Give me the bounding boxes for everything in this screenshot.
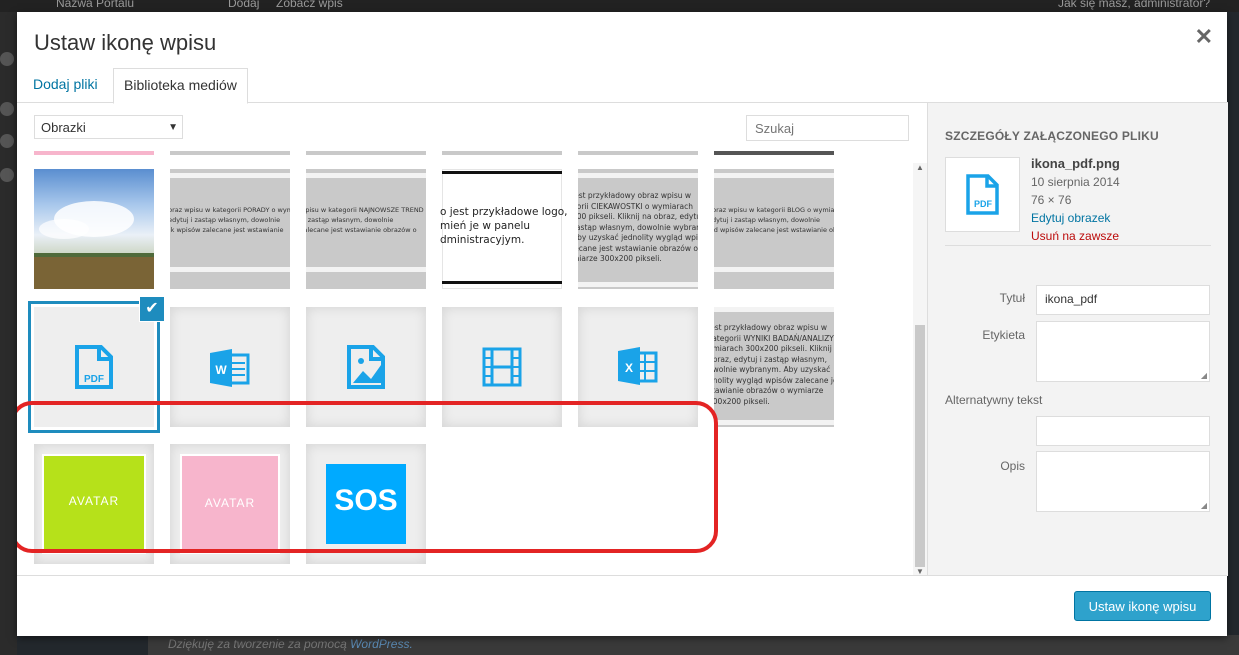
collapse-icon[interactable] (0, 168, 14, 182)
attachment-thumbnail: PDF (945, 157, 1020, 232)
scroll-thumb[interactable] (915, 325, 925, 567)
edit-image-link[interactable]: Edytuj obrazek (1031, 209, 1120, 227)
footer-text: Dziękuję za tworzenie za pomocą WordPres… (168, 637, 413, 651)
image-text: jest przykładowy obraz wpisu w kategorii… (714, 323, 834, 406)
sos-image: SOS (326, 464, 406, 544)
partial-attachment[interactable] (306, 151, 426, 155)
attachment-category-image[interactable]: jest przykładowy obraz wpisu w kategorii… (714, 307, 834, 427)
resize-handle-icon[interactable]: ◢ (1201, 371, 1207, 380)
tab-media-library[interactable]: Biblioteka mediów (113, 68, 248, 104)
settings-icon[interactable] (0, 52, 14, 66)
image-file-icon (347, 345, 385, 389)
image-text: obraz wpisu w kategorii PORADY o wymiar … (170, 206, 290, 234)
resize-handle-icon[interactable]: ◢ (1201, 501, 1207, 510)
admin-bar-greeting[interactable]: Jak się masz, administrator? (1058, 0, 1210, 10)
partial-attachment[interactable] (170, 151, 290, 155)
media-library-content: Obrazki ▼ obraz wpisu (17, 103, 927, 576)
admin-bar-site[interactable]: Nazwa Portalu (56, 0, 134, 10)
attachment-excel-icon[interactable]: X (578, 307, 698, 427)
attachment-filename: ikona_pdf.png (1031, 156, 1120, 171)
tab-upload-files[interactable]: Dodaj pliki (23, 68, 108, 101)
checkmark-icon[interactable]: ✔ (140, 297, 164, 321)
shield-icon[interactable] (0, 134, 14, 148)
close-icon[interactable]: ✕ (1195, 24, 1213, 50)
modal-toolbar: Ustaw ikonę wpisu (17, 575, 1227, 636)
set-featured-icon-button[interactable]: Ustaw ikonę wpisu (1074, 591, 1211, 621)
pdf-file-icon: PDF (966, 174, 999, 215)
caption-label: Etykieta (982, 328, 1025, 342)
avatar-label: AVATAR (204, 496, 256, 510)
svg-text:X: X (625, 361, 633, 375)
admin-footer: Dziękuję za tworzenie za pomocą WordPres… (148, 635, 1239, 655)
attachment-details-panel: SZCZEGÓŁY ZAŁĄCZONEGO PLIKU PDF ikona_pd… (927, 102, 1228, 576)
word-file-icon: W (210, 349, 250, 387)
attachment-avatar-lime[interactable]: AVATAR (34, 444, 154, 564)
svg-text:W: W (215, 363, 227, 377)
avatar-lime-image: AVATAR (42, 454, 146, 554)
admin-bar-view[interactable]: Zobacz wpis (276, 0, 343, 10)
landscape-photo-image (34, 201, 154, 289)
title-label: Tytuł (999, 291, 1025, 305)
dropdown-arrow-icon: ▼ (168, 122, 178, 133)
attachment-category-image[interactable]: obraz wpisu w kategorii PORADY o wymiar … (170, 169, 290, 289)
attachment-sos[interactable]: SOS (306, 444, 426, 564)
search-input[interactable] (746, 115, 909, 141)
wordpress-icon[interactable] (0, 102, 14, 116)
filter-selected: Obrazki (41, 120, 86, 135)
pdf-label: PDF (974, 199, 993, 209)
admin-bar: Nazwa Portalu Dodaj Zobacz wpis Jak się … (0, 0, 1239, 12)
attachment-category-image[interactable]: jest przykładowy obraz wpisu w gorii CIE… (578, 169, 698, 289)
wordpress-link[interactable]: WordPress. (350, 637, 413, 651)
attachment-logo-image[interactable]: o jest przykładowe logo, mień je w panel… (440, 169, 568, 289)
partial-attachment[interactable] (578, 151, 698, 155)
attachment-avatar-pink[interactable]: AVATAR (170, 444, 290, 564)
description-label: Opis (1000, 459, 1025, 473)
alt-text-field[interactable] (1036, 416, 1210, 446)
attachment-image-icon[interactable] (306, 307, 426, 427)
attachments-grid: obraz wpisu w kategorii PORADY o wymiar … (17, 151, 913, 575)
delete-permanently-link[interactable]: Usuń na zawsze (1031, 227, 1120, 245)
pdf-file-icon: PDF (75, 345, 113, 389)
attachment-word-icon[interactable]: W (170, 307, 290, 427)
avatar-pink-image: AVATAR (180, 454, 280, 554)
attachment-pdf-icon[interactable]: PDF ✔ (34, 297, 164, 427)
media-router: Dodaj pliki Biblioteka mediów (17, 68, 927, 104)
image-text: jest przykładowy obraz wpisu w gorii CIE… (578, 191, 698, 263)
logo-text: o jest przykładowe logo, mień je w panel… (440, 206, 568, 246)
admin-sidebar (0, 12, 17, 655)
avatar-label: AVATAR (68, 494, 120, 508)
attachment-landscape-photo[interactable] (34, 169, 154, 289)
attachment-meta: ikona_pdf.png 10 sierpnia 2014 76 × 76 E… (1031, 155, 1120, 245)
media-modal: Ustaw ikonę wpisu ✕ Dodaj pliki Bibliote… (17, 12, 1228, 636)
scroll-up-icon[interactable]: ▲ (916, 163, 924, 172)
admin-bar-add[interactable]: Dodaj (228, 0, 259, 10)
image-text: wpisu w kategorii NAJNOWSZE TREND j i za… (306, 206, 424, 234)
excel-file-icon: X (618, 347, 658, 385)
partial-attachment[interactable] (714, 151, 834, 155)
video-file-icon (482, 347, 522, 387)
divider (945, 245, 1211, 246)
scrollbar[interactable]: ▲ ▼ (913, 163, 927, 576)
partial-attachment[interactable] (442, 151, 562, 155)
attachment-date: 10 sierpnia 2014 (1031, 175, 1120, 189)
modal-title: Ustaw ikonę wpisu (34, 30, 217, 55)
title-field[interactable]: ikona_pdf (1036, 285, 1210, 315)
sos-label: SOS (334, 484, 398, 517)
image-text: obraz wpisu w kategorii BLOG o wymiar ed… (714, 206, 834, 234)
partial-attachment[interactable] (34, 151, 154, 155)
alt-text-label: Alternatywny tekst (945, 393, 1043, 407)
caption-field[interactable]: ◢ (1036, 321, 1210, 382)
media-type-filter[interactable]: Obrazki ▼ (34, 115, 183, 139)
attachment-video-icon[interactable] (442, 307, 562, 427)
pdf-label: PDF (84, 374, 104, 385)
attachment-dimensions: 76 × 76 (1031, 193, 1072, 207)
description-field[interactable]: ◢ (1036, 451, 1210, 512)
details-heading: SZCZEGÓŁY ZAŁĄCZONEGO PLIKU (945, 129, 1159, 143)
attachment-category-image[interactable]: obraz wpisu w kategorii BLOG o wymiar ed… (714, 169, 834, 289)
attachment-category-image[interactable]: wpisu w kategorii NAJNOWSZE TREND j i za… (306, 169, 426, 289)
